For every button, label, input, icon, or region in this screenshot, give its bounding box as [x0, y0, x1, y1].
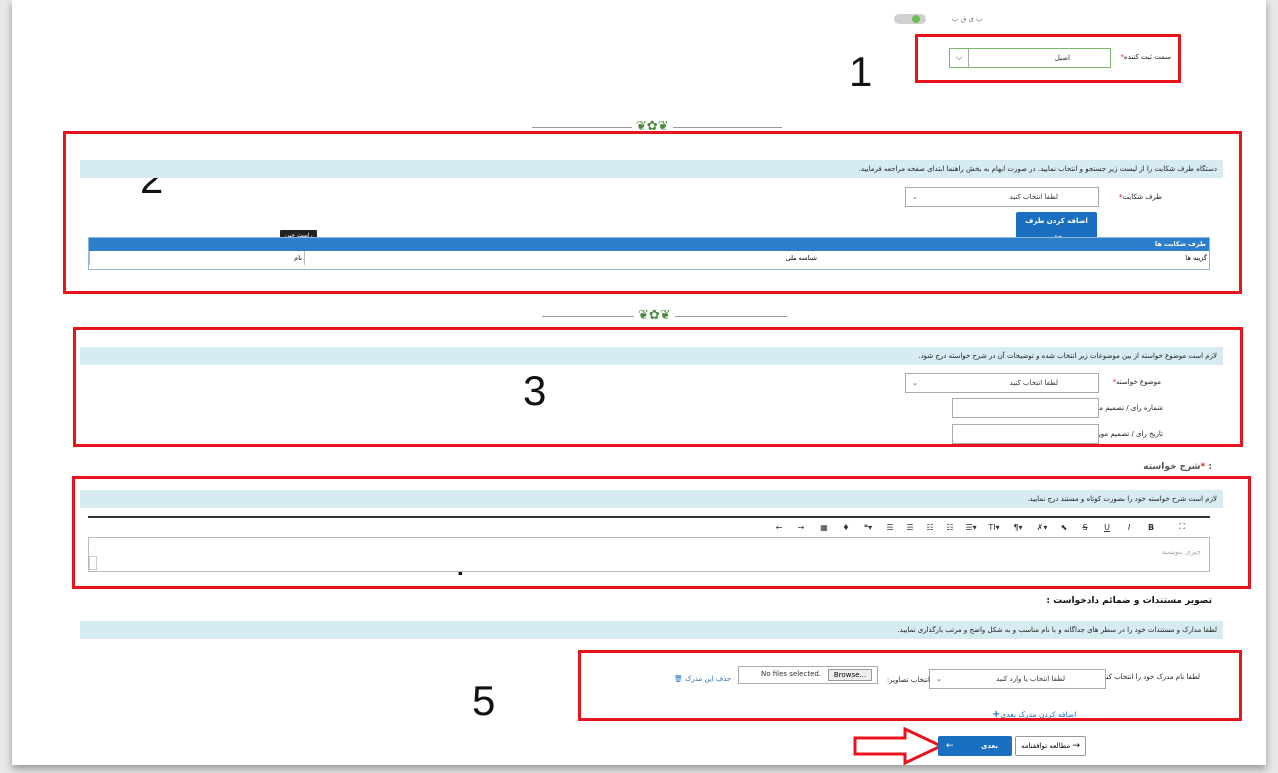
table-col-national-id: شناسه ملی: [304, 251, 819, 265]
top-toggle[interactable]: [894, 14, 926, 24]
registrant-role-value: اصیل: [1054, 54, 1070, 62]
decision-number-input[interactable]: [952, 398, 1099, 418]
cursor-icon[interactable]: ⬉: [1054, 523, 1074, 532]
complaint-party-label: طرف شکایت*: [1119, 193, 1162, 201]
trash-icon: 🗑: [674, 675, 683, 683]
request-description-text: شرح خواسته: [1143, 462, 1201, 472]
request-description-title: : *شرح خواسته: [1143, 462, 1212, 472]
indent-button[interactable]: ☰: [880, 523, 900, 532]
arrow-left-icon: ←: [946, 741, 954, 751]
redo-button[interactable]: →: [790, 523, 812, 532]
align-button[interactable]: ☰▾: [960, 523, 982, 532]
top-partial-row: ب ی ق ب: [882, 14, 1042, 24]
arrow-right-icon: →: [1072, 741, 1081, 751]
chevron-down-icon[interactable]: ⌵: [950, 49, 969, 67]
undo-button[interactable]: ←: [768, 523, 790, 532]
request-subject-info: لازم است موضوع خواسته از بین موضوعات زیر…: [80, 347, 1223, 365]
request-subject-placeholder: لطفا انتخاب کنید: [1009, 379, 1058, 387]
next-label: بعدی: [980, 742, 998, 750]
complaint-party-select[interactable]: لطفا انتخاب کنید ⌄: [905, 187, 1099, 207]
editor-scroll-handle[interactable]: [89, 556, 97, 570]
ordered-list-button[interactable]: ☷: [940, 523, 960, 532]
strikethrough-button[interactable]: S: [1074, 523, 1096, 532]
select-images-label: انتخاب تصاویر:: [886, 676, 930, 684]
request-subject-select[interactable]: لطفا انتخاب کنید ⌄: [905, 373, 1099, 393]
color-drop-icon[interactable]: ♦: [836, 523, 856, 532]
table-icon[interactable]: ▦: [812, 523, 836, 532]
page-sheet: ب ی ق ب 1 سمت ثبت کننده* اصیل ⌵ ❦✿❦ 2 دس…: [12, 0, 1266, 765]
complaint-party-info: دستگاه طرف شکایت را از لیست زیر جستجو و …: [80, 160, 1223, 178]
caret-icon: ⌄: [936, 675, 942, 683]
no-files-text: No files selected.: [761, 670, 822, 678]
read-agreement-label: مطالعه توافقنامه: [1020, 742, 1071, 750]
top-toggle-knob: [912, 15, 920, 23]
delete-document-text: حذف این مدرک: [685, 675, 732, 683]
title-colon: :: [1208, 462, 1212, 472]
read-agreement-button[interactable]: → مطالعه توافقنامه: [1015, 736, 1086, 756]
annotation-number-1: 1: [849, 48, 873, 95]
font-size-button[interactable]: TI▾: [982, 523, 1006, 532]
document-name-select[interactable]: لطفا انتخاب یا وارد کنید ⌄: [929, 669, 1106, 689]
quote-button[interactable]: ❝▾: [856, 523, 880, 532]
complaint-party-placeholder: لطفا انتخاب کنید: [1009, 193, 1058, 201]
table-col-name: نام: [89, 251, 304, 265]
add-next-document-link[interactable]: اضافه کردن مدرک بعدی+: [992, 709, 1076, 720]
complaint-party-text: طرف شکایت: [1122, 193, 1162, 201]
bold-button[interactable]: B: [1140, 523, 1162, 532]
decision-date-input[interactable]: [952, 424, 1099, 444]
italic-button[interactable]: I: [1118, 523, 1140, 532]
unordered-list-button[interactable]: ☷: [920, 523, 940, 532]
registrant-role-select[interactable]: اصیل ⌵: [949, 48, 1111, 68]
attachments-info: لطفا مدارک و مستندات خود را در سطر های ج…: [80, 621, 1223, 639]
registrant-role-text: سمت ثبت کننده: [1123, 53, 1171, 61]
request-description-info: لازم است شرح خواسته خود را بصورت کوتاه و…: [80, 490, 1223, 508]
request-subject-label: موضوع خواسته*: [1113, 378, 1161, 386]
request-subject-text: موضوع خواسته: [1116, 378, 1161, 386]
fullscreen-icon[interactable]: ⛶: [1162, 522, 1202, 532]
table-col-options: گزینه ها: [1185, 254, 1207, 262]
annotation-number-3: 3: [523, 367, 547, 414]
complaint-party-table: طرف شکایت ها نام شناسه ملی گزینه ها: [88, 237, 1210, 270]
underline-button[interactable]: U: [1096, 523, 1118, 532]
annotation-number-5: 5: [472, 677, 496, 724]
next-button[interactable]: بعدی ←: [938, 736, 1012, 756]
pointer-arrow-icon: [853, 727, 945, 765]
clear-format-button[interactable]: ✗▾: [1030, 523, 1054, 532]
description-editor[interactable]: چیزی بنویسید: [88, 537, 1210, 572]
caret-icon: ⌄: [912, 193, 918, 201]
editor-placeholder: چیزی بنویسید: [1161, 548, 1201, 556]
attachments-title: تصویر مستندات و ضمائم دادخواست :: [1046, 596, 1212, 606]
document-name-label: لطفا نام مدرک خود را انتخاب کنید:: [1098, 673, 1200, 681]
table-header-row: نام شناسه ملی گزینه ها: [89, 251, 1209, 265]
registrant-role-label: سمت ثبت کننده*: [1120, 53, 1171, 61]
caret-icon: ⌄: [912, 379, 918, 387]
browse-button[interactable]: Browse...: [828, 669, 872, 681]
delete-document-link[interactable]: حذف این مدرک 🗑: [674, 675, 731, 683]
paragraph-button[interactable]: ¶▾: [1006, 523, 1030, 532]
outdent-button[interactable]: ☰: [900, 523, 920, 532]
editor-toolbar: ⛶ B I U S ⬉ ✗▾ ¶▾ TI▾ ☰▾ ☷ ☷ ☰ ☰ ❝▾ ♦ ▦ …: [88, 516, 1210, 536]
required-mark: *: [1200, 462, 1206, 472]
document-name-placeholder: لطفا انتخاب یا وارد کنید: [996, 675, 1065, 683]
table-title: طرف شکایت ها: [89, 238, 1209, 251]
annotation-box-5: [578, 650, 1242, 721]
ornament-icon-2: ❦✿❦: [634, 309, 675, 322]
add-next-document-text: اضافه کردن مدرک بعدی: [1000, 710, 1077, 719]
top-partial-text: ب ی ق ب: [952, 15, 983, 23]
